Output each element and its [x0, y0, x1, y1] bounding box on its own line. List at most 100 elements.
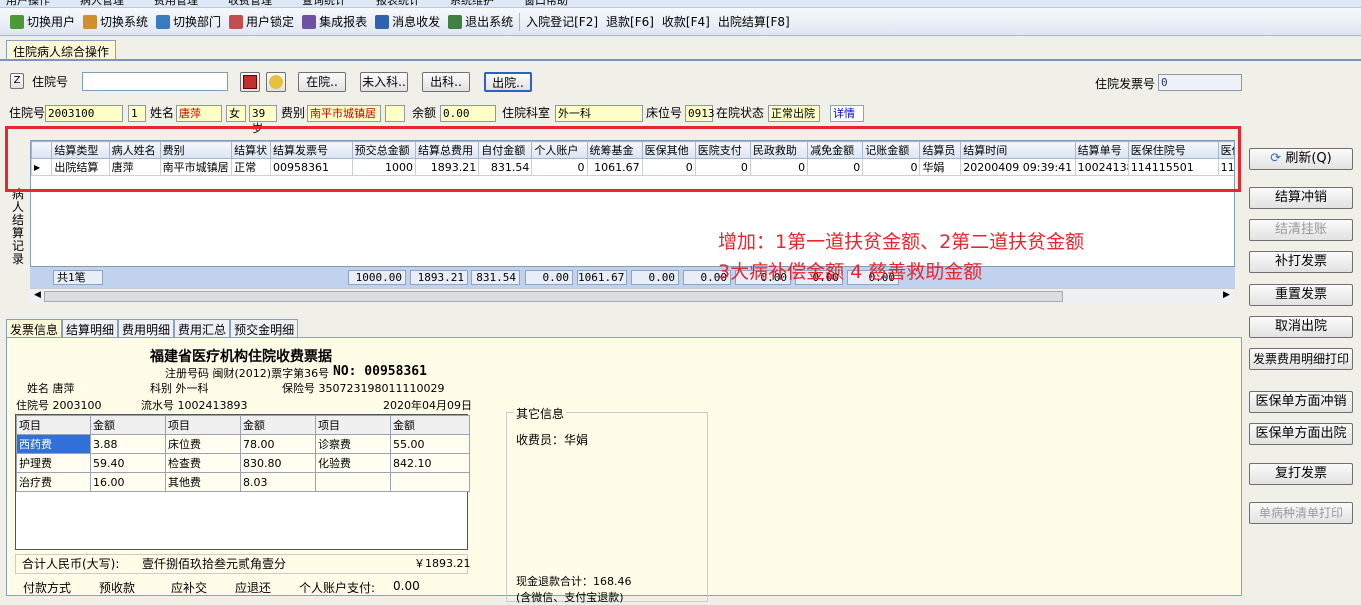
not-admitted-button[interactable]: 未入科..: [360, 72, 408, 92]
refresh-button[interactable]: ⟳ 刷新(Q): [1249, 148, 1353, 170]
menu-item[interactable]: 用户操作: [6, 0, 50, 7]
print-detail-button[interactable]: 发票费用明细打印: [1249, 348, 1353, 370]
toolbar-button[interactable]: 切换用户: [6, 11, 79, 33]
exit-icon: [448, 14, 463, 29]
switch-dept-icon: [156, 14, 171, 29]
total-cn: 壹仟捌佰玖拾叁元贰角壹分: [142, 557, 287, 571]
scroll-right-icon[interactable]: ▶: [1223, 290, 1230, 300]
toolbar-button[interactable]: 用户锁定: [225, 11, 298, 33]
payment-label: 应补交: [171, 581, 208, 595]
scroll-thumb[interactable]: [44, 291, 1063, 302]
invoice-cell: 830.80: [240, 453, 316, 473]
bottom-tabs: 发票信息 结算明细 费用明细 费用汇总 预交金明细: [6, 319, 299, 337]
invoice-cell: 治疗费: [16, 472, 91, 492]
dept-field: 外一科: [555, 105, 643, 122]
toolbar-button[interactable]: 切换部门: [152, 11, 225, 33]
menu-item[interactable]: 病人管理: [80, 0, 124, 7]
detail-link[interactable]: 详情: [830, 105, 864, 122]
sum-cell: 831.54: [471, 270, 520, 285]
invoice-cell: 诊察费: [315, 434, 391, 454]
invoice-cell: [315, 472, 391, 492]
invoice-no-field[interactable]: 0: [1158, 74, 1242, 91]
toolbar-button[interactable]: 出院结算[F8]: [714, 11, 794, 33]
toolbar-label: 切换部门: [173, 15, 222, 29]
toolbar-button[interactable]: 入院登记[F2]: [522, 11, 602, 33]
toolbar-button[interactable]: 收款[F4]: [658, 11, 714, 33]
invoice-col-header: 项目: [16, 415, 91, 435]
bottom-tab[interactable]: 费用汇总: [174, 319, 231, 337]
invoice-row[interactable]: 西药费 3.88 床位费 78.00 诊察费 55.00: [16, 434, 470, 454]
toolbar-label: 出院结算[F8]: [717, 15, 790, 29]
fee-type-label: 费别: [281, 106, 306, 120]
ins-cancel-button[interactable]: 医保单方面冲销: [1249, 391, 1353, 413]
annotation-line-2: 3大病补偿金额 4 慈善救助金额: [718, 261, 983, 283]
invoice-hosp-id: 住院号 2003100: [16, 399, 102, 412]
reprint-button[interactable]: 复打发票: [1249, 463, 1353, 485]
menu-item[interactable]: 收费管理: [228, 0, 272, 7]
invoice-panel: 福建省医疗机构住院收费票据 注册号码 闽财(2012)票字第36号 NO: 00…: [6, 337, 1242, 604]
toolbar-button[interactable]: 切换系统: [79, 11, 152, 33]
menu-item[interactable]: 报表统计: [376, 0, 420, 7]
cancel-discharge-button[interactable]: 取消出院: [1249, 316, 1353, 338]
menu-item[interactable]: 窗口帮助: [524, 0, 568, 7]
patient-id-field[interactable]: 2003100: [45, 105, 123, 122]
toolbar-label: 消息收发: [392, 15, 441, 29]
ins-discharge-button[interactable]: 医保单方面出院: [1249, 423, 1353, 445]
reprint-invoice-button[interactable]: 补打发票: [1249, 251, 1353, 273]
invoice-cell: 西药费: [16, 434, 91, 454]
age-field: 39岁: [249, 105, 277, 135]
brush-icon[interactable]: [266, 72, 286, 92]
horizontal-scrollbar[interactable]: ◀ ▶: [30, 288, 1235, 304]
cashier: 收费员：华娟: [516, 433, 589, 447]
menu-item[interactable]: 系统维护: [450, 0, 494, 7]
calendar-icon[interactable]: [240, 72, 260, 92]
payment-label: 应退还: [235, 581, 272, 595]
invoice-title: 福建省医疗机构住院收费票据: [150, 349, 332, 365]
sort-toggle[interactable]: Z: [10, 73, 24, 89]
invoice-dept: 科别 外一科: [150, 382, 209, 395]
bottom-tab[interactable]: 费用明细: [118, 319, 175, 337]
bottom-tab[interactable]: 预交金明细: [230, 319, 299, 337]
status-label: 在院状态: [716, 106, 765, 120]
toolbar-label: 切换用户: [27, 15, 76, 29]
in-hospital-button[interactable]: 在院..: [298, 72, 346, 92]
toolbar-button[interactable]: 消息收发: [371, 11, 444, 33]
message-icon: [375, 14, 390, 29]
clear-hang-button[interactable]: 结清挂账: [1249, 219, 1353, 241]
invoice-items: 项目 金额 项目 金额 项目 金额 西药费 3.88 床位费 78.00 诊察费 55.00 护理费 5…: [15, 414, 470, 550]
bottom-tab[interactable]: 发票信息: [6, 319, 63, 337]
dept-label: 住院科室: [502, 106, 551, 120]
scroll-left-icon[interactable]: ◀: [34, 290, 41, 300]
toolbar-label: 切换系统: [100, 15, 149, 29]
record-count: 共1笔: [53, 270, 103, 285]
menu-item[interactable]: 费用管理: [154, 0, 198, 7]
bed-field: 0913: [685, 105, 715, 122]
invoice-col-header: 金额: [240, 415, 316, 435]
reset-invoice-button[interactable]: 重置发票: [1249, 284, 1353, 306]
account-pay-amount: 0.00: [393, 579, 420, 593]
toolbar-button[interactable]: 退出系统: [444, 11, 517, 33]
print-list-button[interactable]: 单病种清单打印: [1249, 502, 1353, 524]
invoice-row[interactable]: 护理费 59.40 检查费 830.80 化验费 842.10: [16, 453, 470, 473]
toolbar-button[interactable]: 集成报表: [298, 11, 371, 33]
invoice-cell: 护理费: [16, 453, 91, 473]
tab-patient-ops[interactable]: 住院病人综合操作: [6, 40, 117, 60]
invoice-cell: 其他费: [165, 472, 241, 492]
cancel-settle-button[interactable]: 结算冲销: [1249, 187, 1353, 209]
invoice-cell: 化验费: [315, 453, 391, 473]
discharged-button[interactable]: 出院..: [484, 72, 532, 92]
bottom-tab[interactable]: 结算明细: [62, 319, 119, 337]
visit-count-field: 1: [128, 105, 146, 122]
toolbar-label: 入院登记[F2]: [526, 15, 599, 29]
switch-user-icon: [10, 14, 24, 29]
dept-out-button[interactable]: 出科..: [422, 72, 470, 92]
sum-cell: 0.00: [631, 270, 679, 285]
search-input[interactable]: [82, 72, 228, 91]
refresh-label: 刷新(Q): [1285, 151, 1332, 166]
toolbar-button[interactable]: 退款[F6]: [602, 11, 658, 33]
menu-item[interactable]: 查询统计: [302, 0, 346, 7]
toolbar-label: 收款[F4]: [661, 15, 710, 29]
invoice-reg: 注册号码 闽财(2012)票字第36号: [165, 367, 330, 380]
invoice-cell: 55.00: [390, 434, 470, 454]
invoice-row[interactable]: 治疗费 16.00 其他费 8.03: [16, 472, 470, 492]
